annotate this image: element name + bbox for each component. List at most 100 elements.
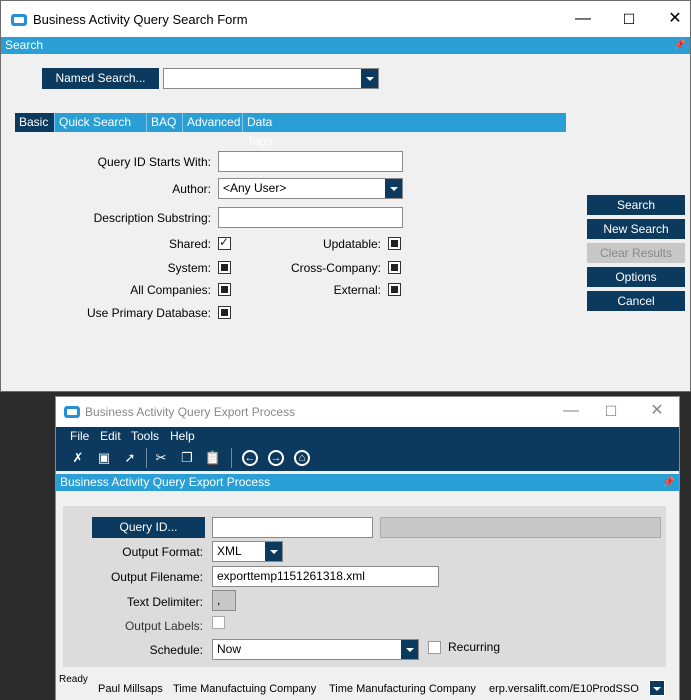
new-search-button[interactable]: New Search [587, 219, 685, 239]
author-dropdown[interactable]: <Any User> [218, 178, 403, 199]
clear-results-button[interactable]: Clear Results [587, 243, 685, 263]
toolbar-separator [231, 448, 232, 468]
query-description-field [380, 517, 661, 538]
search-form-window: Business Activity Query Search Form — ☐ … [0, 0, 691, 392]
app-icon [11, 14, 27, 26]
close-icon[interactable]: ✕ [665, 9, 685, 29]
paste-icon[interactable]: 📋 [204, 449, 222, 467]
output-format-label: Output Format: [122, 545, 203, 559]
chevron-down-icon[interactable] [385, 179, 402, 198]
menu-bar: File Edit Tools Help [56, 427, 679, 445]
toolbar: ✗ ▣ ➚ ✂ ❐ 📋 ← → ⌂ [56, 445, 679, 471]
clear-icon[interactable]: ✗ [69, 449, 87, 467]
status-company: Time Manufactuing Company [173, 683, 317, 695]
shared-label: Shared: [168, 237, 211, 251]
maximize-icon[interactable]: ☐ [619, 9, 639, 29]
export-panel: Query ID... Output Format: XML Output Fi… [63, 506, 666, 667]
cancel-button[interactable]: Cancel [587, 291, 685, 311]
options-button[interactable]: Options [587, 267, 685, 287]
schedule-label: Schedule: [149, 643, 203, 657]
close-icon[interactable]: ✕ [647, 401, 667, 421]
menu-help[interactable]: Help [170, 429, 195, 443]
title-bar: Business Activity Query Search Form — ☐ … [1, 1, 690, 37]
text-delimiter-label: Text Delimiter: [126, 595, 203, 609]
status-ready: Ready [59, 674, 88, 685]
section-label: Business Activity Query Export Process [60, 475, 271, 489]
recurring-label: Recurring [448, 640, 501, 654]
back-icon[interactable]: ← [242, 450, 258, 466]
forward-icon[interactable]: → [268, 450, 284, 466]
window-icon[interactable]: ▣ [95, 449, 113, 467]
maximize-icon[interactable]: ☐ [601, 401, 621, 421]
home-icon[interactable]: ⌂ [294, 450, 310, 466]
minimize-icon[interactable]: — [573, 9, 593, 29]
tab-quick-search[interactable]: Quick Search [55, 113, 147, 132]
output-format-value: XML [217, 544, 242, 558]
system-label: System: [167, 261, 211, 275]
description-input[interactable] [218, 207, 403, 228]
search-section-bar: Search 📌 [1, 37, 690, 54]
external-checkbox[interactable] [388, 283, 401, 296]
pin-icon[interactable]: 📌 [663, 474, 675, 491]
status-company-full: Time Manufacturing Company [329, 683, 476, 695]
cross-company-checkbox[interactable] [388, 261, 401, 274]
menu-file[interactable]: File [70, 429, 89, 443]
output-filename-label: Output Filename: [110, 570, 203, 584]
title-bar: Business Activity Query Export Process —… [56, 397, 679, 427]
shared-checkbox[interactable] [218, 235, 231, 250]
app-icon [64, 406, 80, 418]
menu-tools[interactable]: Tools [131, 429, 159, 443]
pin-icon[interactable]: 📌 [674, 37, 686, 54]
tab-data-tags[interactable]: Data Tags [243, 113, 303, 148]
export-process-window: Business Activity Query Export Process —… [55, 396, 680, 700]
query-id-button[interactable]: Query ID... [92, 517, 205, 538]
cross-company-label: Cross-Company: [290, 261, 381, 275]
named-search-dropdown[interactable] [163, 68, 379, 89]
window-title: Business Activity Query Search Form [33, 12, 248, 27]
updatable-label: Updatable: [322, 237, 381, 251]
output-filename-input[interactable]: exporttemp1151261318.xml [212, 566, 439, 587]
tab-basic[interactable]: Basic [15, 113, 55, 132]
search-button[interactable]: Search [587, 195, 685, 215]
status-dropdown-icon[interactable] [649, 680, 665, 696]
chevron-down-icon[interactable] [401, 640, 418, 659]
recurring-checkbox[interactable] [428, 641, 441, 654]
named-search-button[interactable]: Named Search... [42, 68, 159, 89]
menu-edit[interactable]: Edit [100, 429, 121, 443]
toolbar-separator [146, 448, 147, 468]
search-tabs: Basic Quick Search BAQ Advanced Data Tag… [15, 113, 566, 148]
section-label: Search [5, 38, 44, 52]
query-id-label: Query ID Starts With: [97, 155, 211, 169]
schedule-value: Now [217, 642, 242, 656]
cut-icon[interactable]: ✂ [152, 449, 170, 467]
system-checkbox[interactable] [218, 261, 231, 274]
tab-advanced[interactable]: Advanced [183, 113, 243, 132]
updatable-checkbox[interactable] [388, 237, 401, 250]
status-server: erp.versalift.com/E10ProdSSO [489, 683, 639, 695]
text-delimiter-input[interactable]: , [212, 590, 236, 611]
all-companies-checkbox[interactable] [218, 283, 231, 296]
all-companies-label: All Companies: [130, 283, 211, 297]
output-format-dropdown[interactable]: XML [212, 541, 283, 562]
schedule-dropdown[interactable]: Now [212, 639, 419, 660]
external-label: External: [333, 283, 381, 297]
status-bar: Ready Paul Millsaps Time Manufactuing Co… [56, 674, 679, 700]
window-title: Business Activity Query Export Process [85, 405, 296, 419]
author-label: Author: [172, 182, 211, 196]
output-labels-label: Output Labels: [124, 619, 203, 633]
query-id-input[interactable] [212, 517, 373, 538]
chevron-down-icon[interactable] [265, 542, 282, 561]
query-id-input[interactable] [218, 151, 403, 172]
export-section-bar: Business Activity Query Export Process 📌 [56, 474, 679, 491]
tab-baq[interactable]: BAQ [147, 113, 183, 132]
author-value: <Any User> [223, 181, 287, 195]
status-user: Paul Millsaps [98, 683, 163, 695]
description-label: Description Substring: [93, 211, 211, 225]
output-labels-checkbox[interactable] [212, 616, 225, 629]
attach-icon[interactable]: ➚ [121, 449, 139, 467]
use-primary-db-label: Use Primary Database: [86, 306, 211, 320]
use-primary-db-checkbox[interactable] [218, 306, 231, 319]
minimize-icon[interactable]: — [561, 401, 581, 421]
chevron-down-icon[interactable] [361, 69, 378, 88]
copy-icon[interactable]: ❐ [178, 449, 196, 467]
